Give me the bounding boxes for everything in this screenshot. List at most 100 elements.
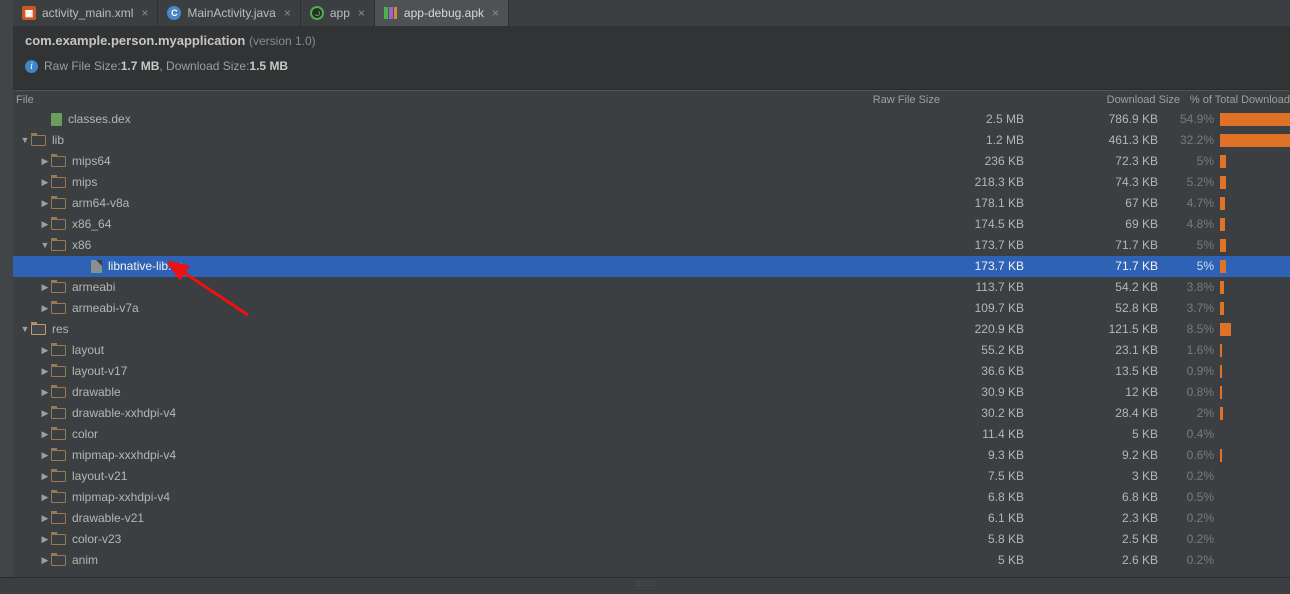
folder-icon	[51, 450, 66, 461]
download-size: 13.5 KB	[1038, 363, 1168, 380]
tree-arrow-icon[interactable]: ▶	[39, 470, 51, 483]
percent: 0.5%	[1168, 489, 1218, 506]
file-icon	[91, 260, 102, 273]
file-name: color-v23	[72, 531, 121, 548]
folder-icon	[51, 408, 66, 419]
close-icon[interactable]: ×	[141, 5, 148, 22]
package-version: (version 1.0)	[249, 34, 316, 48]
tree-arrow-icon[interactable]: ▶	[39, 365, 51, 378]
table-row[interactable]: ▶arm64-v8a178.1 KB67 KB4.7%	[13, 193, 1290, 214]
tree-arrow-icon[interactable]: ▶	[39, 449, 51, 462]
table-row[interactable]: ▶layout55.2 KB23.1 KB1.6%	[13, 340, 1290, 361]
download-size: 461.3 KB	[1038, 132, 1168, 149]
download-size: 9.2 KB	[1038, 447, 1168, 464]
raw-size: 55.2 KB	[904, 342, 1038, 359]
table-row[interactable]: ▶anim5 KB2.6 KB0.2%	[13, 550, 1290, 571]
tree-arrow-icon[interactable]: ▶	[39, 176, 51, 189]
table-row[interactable]: ▼x86173.7 KB71.7 KB5%	[13, 235, 1290, 256]
tree-arrow-icon[interactable]: ▼	[39, 239, 51, 252]
apk-file-icon	[384, 7, 398, 19]
tab-mainactivity-java[interactable]: CMainActivity.java×	[158, 0, 301, 26]
close-icon[interactable]: ×	[358, 5, 365, 22]
tree-arrow-icon[interactable]: ▶	[39, 155, 51, 168]
file-name: x86	[72, 237, 91, 254]
folder-icon	[51, 429, 66, 440]
raw-size: 236 KB	[904, 153, 1038, 170]
file-name: layout-v17	[72, 363, 127, 380]
tab-app[interactable]: app ×	[301, 0, 375, 26]
col-percent[interactable]: % of Total Download	[1190, 93, 1290, 108]
table-row[interactable]: ▶mips64236 KB72.3 KB5%	[13, 151, 1290, 172]
splitter-grip[interactable]: ::::::	[0, 577, 1290, 594]
percent: 8.5%	[1168, 321, 1218, 338]
download-size: 67 KB	[1038, 195, 1168, 212]
percent-bar	[1220, 134, 1290, 147]
table-row[interactable]: ▼lib1.2 MB461.3 KB32.2%	[13, 130, 1290, 151]
percent-bar	[1220, 281, 1224, 294]
tree-arrow-icon[interactable]: ▶	[39, 428, 51, 441]
table-row[interactable]: ▶drawable-xxhdpi-v430.2 KB28.4 KB2%	[13, 403, 1290, 424]
tree-arrow-icon[interactable]: ▶	[39, 533, 51, 546]
folder-icon	[51, 492, 66, 503]
tree-arrow-icon[interactable]: ▶	[39, 407, 51, 420]
download-size: 2.5 KB	[1038, 531, 1168, 548]
download-size: 2.6 KB	[1038, 552, 1168, 569]
table-row[interactable]: ▶mipmap-xxxhdpi-v49.3 KB9.2 KB0.6%	[13, 445, 1290, 466]
table-row[interactable]: classes.dex2.5 MB786.9 KB54.9%	[13, 109, 1290, 130]
tree-arrow-icon[interactable]: ▶	[39, 281, 51, 294]
table-row[interactable]: ▶drawable-v216.1 KB2.3 KB0.2%	[13, 508, 1290, 529]
table-row[interactable]: ▶armeabi-v7a109.7 KB52.8 KB3.7%	[13, 298, 1290, 319]
table-row[interactable]: ▶color-v235.8 KB2.5 KB0.2%	[13, 529, 1290, 550]
table-row[interactable]: ▶mipmap-xxhdpi-v46.8 KB6.8 KB0.5%	[13, 487, 1290, 508]
download-size: 5 KB	[1038, 426, 1168, 443]
table-row[interactable]: ▶x86_64174.5 KB69 KB4.8%	[13, 214, 1290, 235]
tree-arrow-icon[interactable]: ▶	[39, 197, 51, 210]
table-row[interactable]: ▶armeabi113.7 KB54.2 KB3.8%	[13, 277, 1290, 298]
file-name: arm64-v8a	[72, 195, 129, 212]
percent: 4.8%	[1168, 216, 1218, 233]
file-name: anim	[72, 552, 98, 569]
raw-size: 178.1 KB	[904, 195, 1038, 212]
table-header: File Raw File Size Download Size % of To…	[13, 90, 1290, 111]
download-size: 71.7 KB	[1038, 237, 1168, 254]
dex-file-icon	[51, 113, 62, 126]
close-icon[interactable]: ×	[492, 5, 499, 22]
percent-bar	[1220, 113, 1290, 126]
tree-arrow-icon[interactable]: ▼	[19, 134, 31, 147]
package-name: com.example.person.myapplication	[25, 33, 245, 48]
tree-arrow-icon[interactable]: ▶	[39, 386, 51, 399]
tree-arrow-icon[interactable]: ▶	[39, 302, 51, 315]
raw-size: 113.7 KB	[904, 279, 1038, 296]
col-download-size[interactable]: Download Size	[1107, 93, 1180, 108]
table-row[interactable]: ▶color11.4 KB5 KB0.4%	[13, 424, 1290, 445]
table-row[interactable]: ▶layout-v217.5 KB3 KB0.2%	[13, 466, 1290, 487]
tree-arrow-icon[interactable]: ▶	[39, 491, 51, 504]
percent: 5.2%	[1168, 174, 1218, 191]
table-row[interactable]: ▶mips218.3 KB74.3 KB5.2%	[13, 172, 1290, 193]
col-file[interactable]: File	[16, 93, 34, 108]
folder-icon	[51, 198, 66, 209]
tab-app-debug-apk[interactable]: app-debug.apk×	[375, 0, 509, 26]
percent: 5%	[1168, 237, 1218, 254]
table-row[interactable]: ▶drawable30.9 KB12 KB0.8%	[13, 382, 1290, 403]
tab-label: app	[330, 5, 350, 22]
tree-arrow-icon[interactable]: ▶	[39, 512, 51, 525]
tab-activity-main-xml[interactable]: ▦activity_main.xml×	[13, 0, 158, 26]
folder-icon	[51, 219, 66, 230]
file-tree[interactable]: classes.dex2.5 MB786.9 KB54.9%▼lib1.2 MB…	[13, 109, 1290, 580]
file-name: armeabi	[72, 279, 115, 296]
tree-arrow-icon[interactable]: ▶	[39, 554, 51, 567]
raw-size: 173.7 KB	[904, 258, 1038, 275]
table-row[interactable]: ▼res220.9 KB121.5 KB8.5%	[13, 319, 1290, 340]
folder-icon	[31, 135, 46, 146]
col-raw-size[interactable]: Raw File Size	[873, 93, 940, 108]
table-row[interactable]: libnative-lib.so173.7 KB71.7 KB5%	[13, 256, 1290, 277]
table-row[interactable]: ▶layout-v1736.6 KB13.5 KB0.9%	[13, 361, 1290, 382]
folder-icon	[51, 387, 66, 398]
raw-size: 30.9 KB	[904, 384, 1038, 401]
close-icon[interactable]: ×	[284, 5, 291, 22]
tree-arrow-icon[interactable]: ▶	[39, 344, 51, 357]
tree-arrow-icon[interactable]: ▶	[39, 218, 51, 231]
download-size: 786.9 KB	[1038, 111, 1168, 128]
tree-arrow-icon[interactable]: ▼	[19, 323, 31, 336]
